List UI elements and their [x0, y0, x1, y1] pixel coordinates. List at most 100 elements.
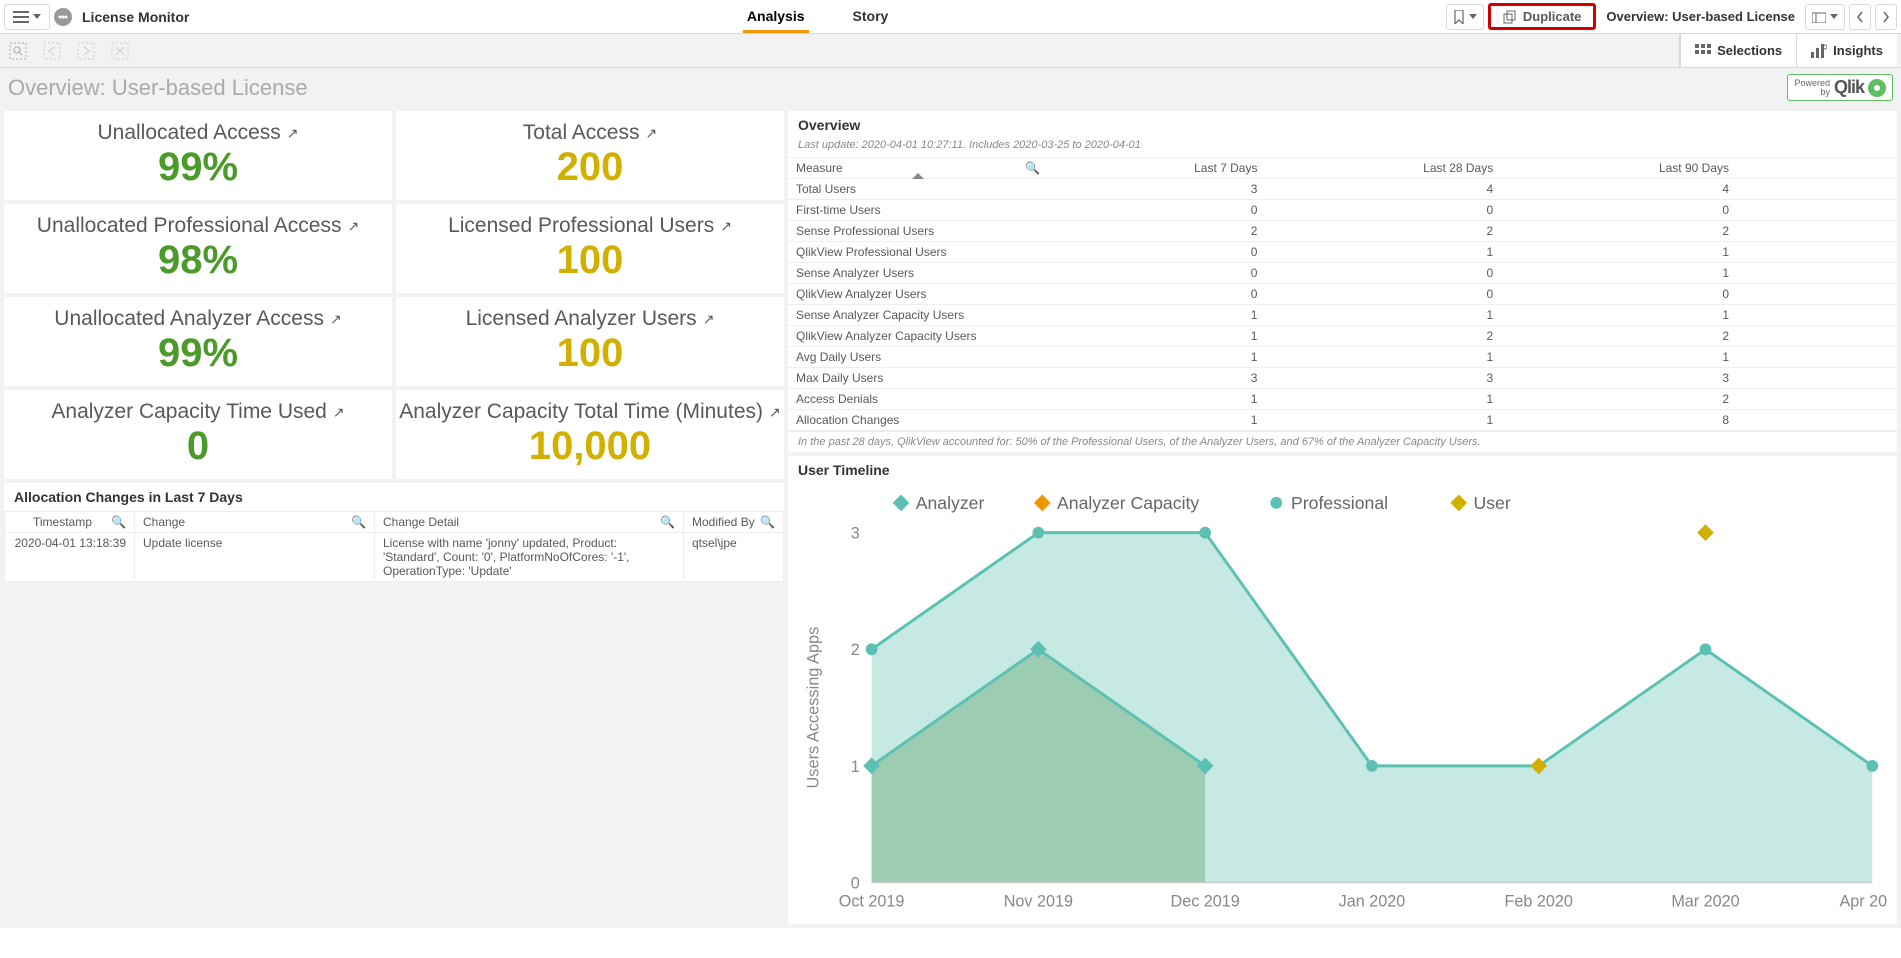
table-row[interactable]: First-time Users000 — [788, 200, 1897, 221]
col-modby-label: Modified By — [692, 515, 755, 529]
table-row[interactable]: QlikView Professional Users011 — [788, 242, 1897, 263]
kpi-value: 200 — [557, 145, 624, 190]
page-title: Overview: User-based License — [8, 75, 308, 101]
kpi-card[interactable]: Licensed Professional Users ↗100 — [396, 204, 784, 293]
allocation-table[interactable]: Timestamp🔍 Change🔍 Change Detail🔍 Modifi… — [4, 511, 784, 582]
sheets-button[interactable] — [1805, 4, 1845, 30]
external-link-icon: ↗ — [769, 404, 781, 421]
allocation-changes-panel: Allocation Changes in Last 7 Days Timest… — [4, 483, 784, 582]
step-back-button[interactable] — [38, 37, 66, 65]
cell-d90: 0 — [1501, 200, 1737, 221]
kpi-card[interactable]: Unallocated Access ↗99% — [4, 111, 392, 200]
table-row[interactable]: 2020-04-01 13:18:39Update licenseLicense… — [5, 533, 784, 582]
table-row[interactable]: Access Denials112 — [788, 389, 1897, 410]
svg-text:Oct 2019: Oct 2019 — [839, 892, 905, 910]
col-d7[interactable]: Last 7 Days — [1048, 158, 1265, 179]
clear-selections-button[interactable] — [106, 37, 134, 65]
chevron-down-icon — [1830, 14, 1838, 19]
cell-d28: 0 — [1265, 200, 1501, 221]
view-tabs: Analysis Story — [743, 0, 892, 33]
svg-text:Dec 2019: Dec 2019 — [1171, 892, 1240, 910]
col-d90[interactable]: Last 90 Days — [1501, 158, 1737, 179]
bookmark-icon — [1453, 10, 1465, 24]
cell-d90: 2 — [1501, 221, 1737, 242]
kpi-value: 100 — [557, 331, 624, 376]
table-row[interactable]: QlikView Analyzer Capacity Users122 — [788, 326, 1897, 347]
search-icon[interactable]: 🔍 — [111, 515, 126, 529]
menu-button[interactable] — [4, 4, 50, 30]
kpi-value: 10,000 — [529, 424, 651, 469]
cell-d7: 2 — [1048, 221, 1265, 242]
badge-brand: Qlik — [1834, 77, 1864, 98]
cell-measure: Avg Daily Users — [788, 347, 1048, 368]
cell-d28: 3 — [1265, 368, 1501, 389]
table-row[interactable]: QlikView Analyzer Users000 — [788, 284, 1897, 305]
overview-subtitle: Last update: 2020-04-01 10:27:11. Includ… — [788, 139, 1897, 157]
qlik-badge: Powered by Qlik — [1787, 74, 1893, 101]
table-row[interactable]: Sense Analyzer Users001 — [788, 263, 1897, 284]
external-link-icon: ↗ — [646, 125, 658, 142]
overview-table[interactable]: Measure🔍 Last 7 Days Last 28 Days Last 9… — [788, 157, 1897, 431]
kpi-card[interactable]: Total Access ↗200 — [396, 111, 784, 200]
table-row[interactable]: Allocation Changes118 — [788, 410, 1897, 431]
kpi-card[interactable]: Unallocated Professional Access ↗98% — [4, 204, 392, 293]
svg-text:Professional: Professional — [1291, 493, 1388, 513]
cell-d28: 2 — [1265, 326, 1501, 347]
insights-button[interactable]: Insights — [1796, 34, 1897, 67]
col-modby[interactable]: Modified By 🔍 — [684, 512, 784, 533]
kpi-label: Analyzer Capacity Total Time (Minutes) ↗ — [399, 400, 780, 424]
secondbar-right: Selections Insights — [1679, 34, 1897, 67]
cell-detail: License with name 'jonny' updated, Produ… — [375, 533, 684, 582]
duplicate-button[interactable]: Duplicate — [1488, 3, 1597, 30]
tab-story[interactable]: Story — [849, 2, 893, 33]
table-row[interactable]: Avg Daily Users111 — [788, 347, 1897, 368]
search-icon[interactable]: 🔍 — [1025, 161, 1040, 175]
col-measure[interactable]: Measure🔍 — [788, 158, 1048, 179]
insights-icon — [1811, 44, 1827, 58]
tab-analysis[interactable]: Analysis — [743, 2, 809, 33]
search-icon[interactable]: 🔍 — [760, 515, 775, 529]
bookmark-button[interactable] — [1446, 4, 1484, 30]
left-column: Unallocated Access ↗99%Total Access ↗200… — [4, 111, 784, 924]
cell-d90: 0 — [1501, 284, 1737, 305]
kpi-value: 0 — [187, 424, 209, 469]
step-forward-button[interactable] — [72, 37, 100, 65]
table-row[interactable]: Sense Analyzer Capacity Users111 — [788, 305, 1897, 326]
overview-footnote: In the past 28 days, QlikView accounted … — [788, 431, 1897, 452]
table-row[interactable]: Sense Professional Users222 — [788, 221, 1897, 242]
table-row[interactable]: Max Daily Users333 — [788, 368, 1897, 389]
kpi-card[interactable]: Analyzer Capacity Total Time (Minutes) ↗… — [396, 390, 784, 479]
cell-d7: 0 — [1048, 242, 1265, 263]
kpi-card[interactable]: Licensed Analyzer Users ↗100 — [396, 297, 784, 386]
cell-d7: 1 — [1048, 410, 1265, 431]
prev-sheet-button[interactable] — [1849, 4, 1871, 30]
col-detail[interactable]: Change Detail🔍 — [375, 512, 684, 533]
cell-measure: First-time Users — [788, 200, 1048, 221]
col-change[interactable]: Change🔍 — [135, 512, 375, 533]
cell-spacer — [1737, 179, 1897, 200]
cell-d7: 0 — [1048, 200, 1265, 221]
svg-text:2: 2 — [851, 641, 860, 659]
svg-text:Apr 2020: Apr 2020 — [1839, 892, 1887, 910]
col-timestamp[interactable]: Timestamp🔍 — [5, 512, 135, 533]
timeline-chart[interactable]: AnalyzerAnalyzer CapacityProfessionalUse… — [788, 484, 1897, 924]
table-row[interactable]: Total Users344 — [788, 179, 1897, 200]
next-sheet-button[interactable] — [1875, 4, 1897, 30]
cell-spacer — [1737, 221, 1897, 242]
cell-d7: 0 — [1048, 284, 1265, 305]
external-link-icon: ↗ — [287, 125, 299, 142]
timeline-panel: User Timeline AnalyzerAnalyzer CapacityP… — [788, 456, 1897, 924]
kpi-label: Licensed Analyzer Users ↗ — [466, 307, 715, 331]
kpi-card[interactable]: Unallocated Analyzer Access ↗99% — [4, 297, 392, 386]
kpi-value: 100 — [557, 238, 624, 283]
search-icon[interactable]: 🔍 — [660, 515, 675, 529]
external-link-icon: ↗ — [347, 218, 359, 235]
kpi-label: Unallocated Professional Access ↗ — [37, 214, 359, 238]
col-d28[interactable]: Last 28 Days — [1265, 158, 1501, 179]
kpi-card[interactable]: Analyzer Capacity Time Used ↗0 — [4, 390, 392, 479]
cell-spacer — [1737, 368, 1897, 389]
selections-tool-button[interactable]: Selections — [1680, 34, 1796, 67]
smart-search-button[interactable] — [4, 37, 32, 65]
cell-d28: 2 — [1265, 221, 1501, 242]
search-icon[interactable]: 🔍 — [351, 515, 366, 529]
